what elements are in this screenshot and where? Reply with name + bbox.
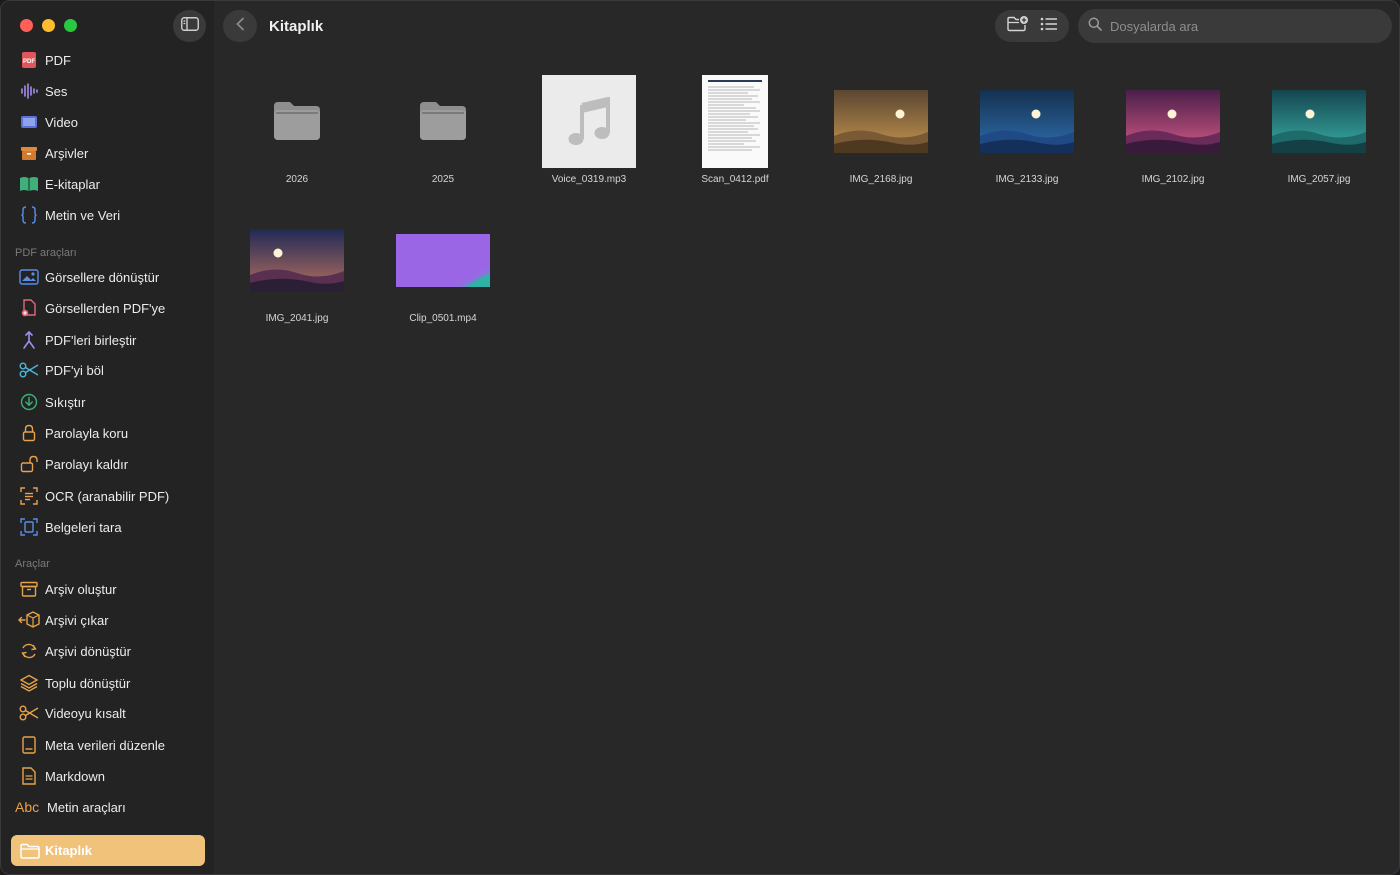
sidebar-item-ebooks[interactable]: E-kitaplar (15, 170, 205, 198)
sidebar-item-text-tools[interactable]: Abc Metin araçları (15, 793, 205, 821)
list-icon (1040, 17, 1058, 35)
app-window: PDF PDF Ses Video Arşivler E-kitaplar Me… (0, 0, 1400, 875)
section-label-pdf-tools: PDF araçları (15, 247, 77, 259)
image-thumbnail (250, 229, 344, 292)
abc-icon: Abc (15, 799, 40, 815)
layers-icon (15, 669, 43, 697)
lock-icon (15, 419, 43, 447)
audio-wave-icon (15, 77, 43, 105)
image-thumbnail (834, 90, 928, 153)
section-label-tools: Araçlar (15, 558, 50, 570)
sidebar-item-batch-convert[interactable]: Toplu dönüştür (15, 669, 205, 697)
file-name: 2025 (431, 174, 455, 185)
sidebar-item-protect[interactable]: Parolayla koru (15, 419, 205, 447)
image-thumbnail (1272, 90, 1366, 153)
sidebar-item-images-to-pdf[interactable]: Görsellerden PDF'ye (15, 294, 205, 322)
folder-plus-icon (1006, 16, 1029, 36)
file-name: 2026 (285, 174, 309, 185)
sidebar-item-compress[interactable]: Sıkıştır (15, 388, 205, 416)
archive-icon (15, 139, 43, 167)
back-button[interactable] (223, 10, 257, 42)
image-convert-icon (15, 263, 43, 291)
sidebar-item-scan-documents[interactable]: Belgeleri tara (15, 513, 205, 541)
search-bar (1078, 9, 1392, 43)
sidebar-item-markdown[interactable]: Markdown (15, 762, 205, 790)
ocr-icon (15, 482, 43, 510)
file-name: IMG_2102.jpg (1141, 174, 1205, 185)
merge-icon (15, 326, 43, 354)
file-name: IMG_2133.jpg (995, 174, 1059, 185)
folder-icon (15, 837, 45, 865)
music-note-icon (542, 75, 636, 168)
file-name: IMG_2168.jpg (849, 174, 913, 185)
sidebar-item-split-pdf[interactable]: PDF'yi böl (15, 356, 205, 384)
file-name: Scan_0412.pdf (701, 174, 769, 185)
book-icon (15, 170, 43, 198)
sidebar-item-convert-archive[interactable]: Arşivi dönüştür (15, 637, 205, 665)
svg-text:PDF: PDF (23, 59, 35, 65)
sidebar-item-extract-archive[interactable]: Arşivi çıkar (15, 606, 205, 634)
new-folder-button[interactable] (1006, 15, 1029, 37)
sidebar-item-text-data[interactable]: Metin ve Veri (15, 201, 205, 229)
folder-icon (250, 73, 344, 169)
sidebar-item-to-images[interactable]: Görsellere dönüştür (15, 263, 205, 291)
pdf-page-thumbnail (702, 75, 768, 168)
sidebar-item-create-archive[interactable]: Arşiv oluştur (15, 575, 205, 603)
scissors-icon (15, 356, 43, 384)
sidebar-item-video[interactable]: Video (15, 108, 205, 136)
search-icon (1088, 17, 1102, 36)
file-name: IMG_2041.jpg (265, 313, 329, 324)
document-icon (15, 762, 43, 790)
sidebar-item-pdf[interactable]: PDF PDF (15, 46, 205, 74)
compress-icon (15, 388, 43, 416)
file-name: Voice_0319.mp3 (551, 174, 627, 185)
sidebar-item-audio[interactable]: Ses (15, 77, 205, 105)
sidebar-item-trim-video[interactable]: Videoyu kısalt (15, 699, 205, 727)
unlock-icon (15, 450, 43, 478)
extract-icon (15, 606, 43, 634)
archive-create-icon (15, 575, 43, 603)
video-thumbnail (396, 234, 490, 287)
sidebar-item-remove-password[interactable]: Parolayı kaldır (15, 450, 205, 478)
sidebar-item-ocr[interactable]: OCR (aranabilir PDF) (15, 482, 205, 510)
braces-icon (15, 201, 43, 229)
sidebar: PDF PDF Ses Video Arşivler E-kitaplar Me… (1, 1, 214, 874)
file-name: Clip_0501.mp4 (409, 313, 477, 324)
video-icon (15, 108, 43, 136)
pdf-icon: PDF (15, 46, 43, 74)
refresh-icon (15, 637, 43, 665)
sidebar-item-edit-metadata[interactable]: Meta verileri düzenle (15, 731, 205, 759)
sidebar-item-merge-pdfs[interactable]: PDF'leri birleştir (15, 326, 205, 354)
sidebar-item-archives[interactable]: Arşivler (15, 139, 205, 167)
chevron-left-icon (235, 17, 245, 36)
zoom-button[interactable] (64, 19, 77, 32)
search-input[interactable] (1110, 18, 1370, 34)
file-name: IMG_2057.jpg (1287, 174, 1351, 185)
sidebar-toggle-icon (180, 16, 199, 36)
view-controls (995, 10, 1069, 42)
window-controls (20, 19, 77, 32)
close-button[interactable] (20, 19, 33, 32)
sidebar-toggle-button[interactable] (173, 10, 206, 42)
page-title: Kitaplık (269, 18, 324, 35)
sidebar-item-library[interactable]: Kitaplık (11, 835, 205, 866)
minimize-button[interactable] (42, 19, 55, 32)
list-view-button[interactable] (1040, 17, 1058, 36)
scan-icon (15, 513, 43, 541)
file-plus-icon (15, 294, 43, 322)
metadata-icon (15, 731, 43, 759)
folder-icon (396, 73, 490, 169)
image-thumbnail (980, 90, 1074, 153)
scissors-icon (15, 699, 43, 727)
image-thumbnail (1126, 90, 1220, 153)
